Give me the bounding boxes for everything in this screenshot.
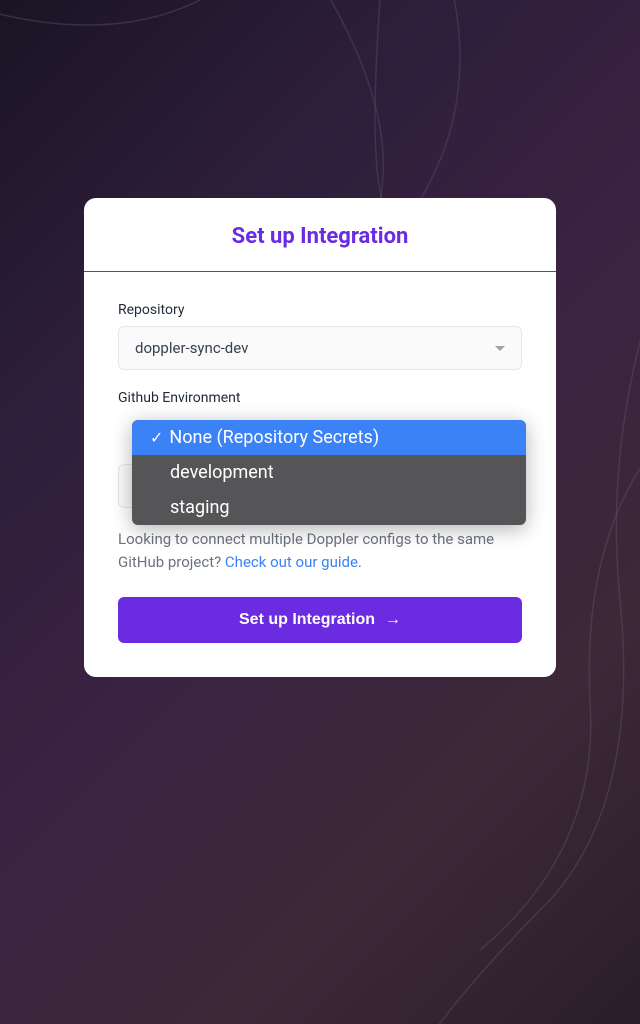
- github-env-dropdown: ✓ None (Repository Secrets) development …: [132, 420, 526, 525]
- setup-integration-button[interactable]: Set up Integration →: [118, 597, 522, 643]
- dropdown-option-none[interactable]: ✓ None (Repository Secrets): [132, 420, 526, 455]
- arrow-right-icon: →: [385, 611, 401, 629]
- chevron-down-icon: [495, 346, 505, 351]
- guide-link[interactable]: Check out our guide: [225, 553, 358, 571]
- repository-select[interactable]: doppler-sync-dev: [118, 326, 522, 370]
- dropdown-option-label: staging: [170, 497, 230, 518]
- repository-label: Repository: [118, 302, 522, 318]
- dropdown-option-label: development: [170, 462, 274, 483]
- help-text-after: .: [358, 553, 362, 571]
- github-env-group: Github Environment ✓ None (Repository Se…: [118, 390, 522, 508]
- modal-title: Set up Integration: [114, 224, 526, 249]
- repository-value: doppler-sync-dev: [135, 339, 248, 357]
- integration-modal: Set up Integration Repository doppler-sy…: [84, 198, 556, 677]
- dropdown-option-development[interactable]: development: [132, 455, 526, 490]
- dropdown-option-staging[interactable]: staging: [132, 490, 526, 525]
- modal-body: Repository doppler-sync-dev Github Envir…: [84, 272, 556, 677]
- submit-label: Set up Integration: [239, 611, 375, 629]
- repository-group: Repository doppler-sync-dev: [118, 302, 522, 370]
- modal-header: Set up Integration: [84, 198, 556, 272]
- github-env-label: Github Environment: [118, 390, 522, 406]
- check-icon: ✓: [150, 428, 163, 447]
- help-text: Looking to connect multiple Doppler conf…: [118, 528, 522, 573]
- dropdown-option-label: None (Repository Secrets): [169, 427, 379, 448]
